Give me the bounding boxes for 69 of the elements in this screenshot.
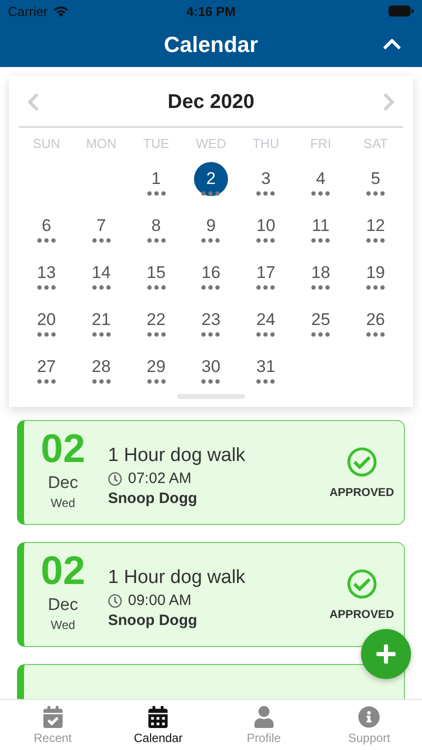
calendar-day[interactable]: 27	[29, 350, 64, 384]
calendar-day[interactable]: 10	[248, 208, 283, 242]
appointment-day: 02	[40, 427, 86, 471]
screen-title: Calendar	[164, 32, 258, 58]
status-label: APPROVED	[329, 487, 394, 499]
calendar-day[interactable]: 17	[248, 256, 283, 290]
calendar-day[interactable]: 31	[248, 350, 283, 384]
calendar-day[interactable]: 23	[194, 302, 228, 336]
appointment-card[interactable]: 02 Dec Wed 1 Hour dog walk 07:02 AM Snoop Dogg APPROVED	[17, 420, 405, 525]
weekday-label: THU	[252, 135, 280, 153]
status-label: APPROVED	[329, 609, 394, 621]
calendar-day[interactable]: 4	[304, 162, 338, 196]
calendar-day[interactable]: 8	[139, 208, 174, 242]
appointment-title: 1 Hour dog walk	[108, 567, 246, 589]
month-title: Dec 2020	[168, 90, 254, 114]
calendar-day[interactable]: 28	[84, 350, 118, 384]
calendar-day[interactable]: 14	[84, 256, 118, 290]
plus-icon	[375, 643, 397, 665]
carrier-label: Carrier	[8, 4, 48, 18]
calendar-day[interactable]: 11	[304, 208, 338, 242]
calendar-day[interactable]: 16	[194, 256, 228, 290]
status-time: 4:16 PM	[186, 4, 236, 18]
appointment-title: 1 Hour dog walk	[108, 445, 246, 467]
calendar-day[interactable]: 21	[84, 302, 118, 336]
client-name: Snoop Dogg	[108, 612, 198, 629]
appointment-month: Dec	[48, 473, 78, 493]
appointment-day: 02	[40, 549, 86, 593]
weekday-label: WED	[196, 135, 226, 153]
calendar-day[interactable]: 6	[29, 208, 64, 242]
weekday-label: SUN	[32, 135, 60, 153]
appointment-card[interactable]: 02 Dec Wed 1 Hour dog walk 09:00 AM Snoop Dogg APPROVED	[17, 542, 405, 647]
calendar-day[interactable]: 1	[139, 162, 174, 196]
calendar-day[interactable]: 15	[139, 256, 174, 290]
clock-icon	[108, 594, 122, 608]
tab-bar-item[interactable]: Calendar	[106, 700, 211, 750]
calendar-day[interactable]: 18	[304, 256, 338, 290]
weekday-label: FRI	[310, 135, 332, 153]
info-icon	[358, 706, 380, 728]
calendar-day[interactable]: 26	[358, 302, 393, 336]
calendar-day[interactable]: 19	[358, 256, 393, 290]
appointment-time: 09:00 AM	[128, 592, 192, 609]
calendar-day[interactable]: 3	[248, 162, 283, 196]
calendar-day[interactable]: 13	[29, 256, 64, 290]
calendar-day[interactable]: 24	[248, 302, 283, 336]
calendar-day[interactable]: 9	[194, 208, 228, 242]
calendar-day[interactable]: 12	[358, 208, 393, 242]
client-name: Snoop Dogg	[108, 490, 198, 507]
calendar-day[interactable]: 22	[139, 302, 174, 336]
calendar-day[interactable]: 7	[84, 208, 118, 242]
person-icon	[252, 706, 275, 728]
calendar-day[interactable]: 29	[139, 350, 174, 384]
appointment-time: 07:02 AM	[128, 470, 192, 487]
drag-handle[interactable]	[177, 394, 245, 399]
calendar-icon	[147, 706, 170, 728]
calendar-day[interactable]: 5	[358, 162, 393, 196]
appointment-month: Dec	[48, 595, 78, 615]
calendar-day[interactable]: 20	[29, 302, 64, 336]
calendar-check-icon	[42, 706, 64, 728]
wifi-icon	[52, 5, 69, 17]
appointment-weekday: Wed	[50, 618, 76, 632]
calendar-day[interactable]: 30	[194, 350, 228, 384]
clock-icon	[108, 472, 122, 486]
battery-icon	[388, 5, 414, 17]
calendar-day[interactable]: 25	[304, 302, 338, 336]
weekday-label: MON	[86, 135, 116, 153]
appointment-weekday: Wed	[50, 496, 76, 510]
weekday-label: TUE	[143, 135, 170, 153]
calendar-day[interactable]: 2	[194, 162, 228, 196]
weekday-label: SAT	[363, 135, 388, 153]
